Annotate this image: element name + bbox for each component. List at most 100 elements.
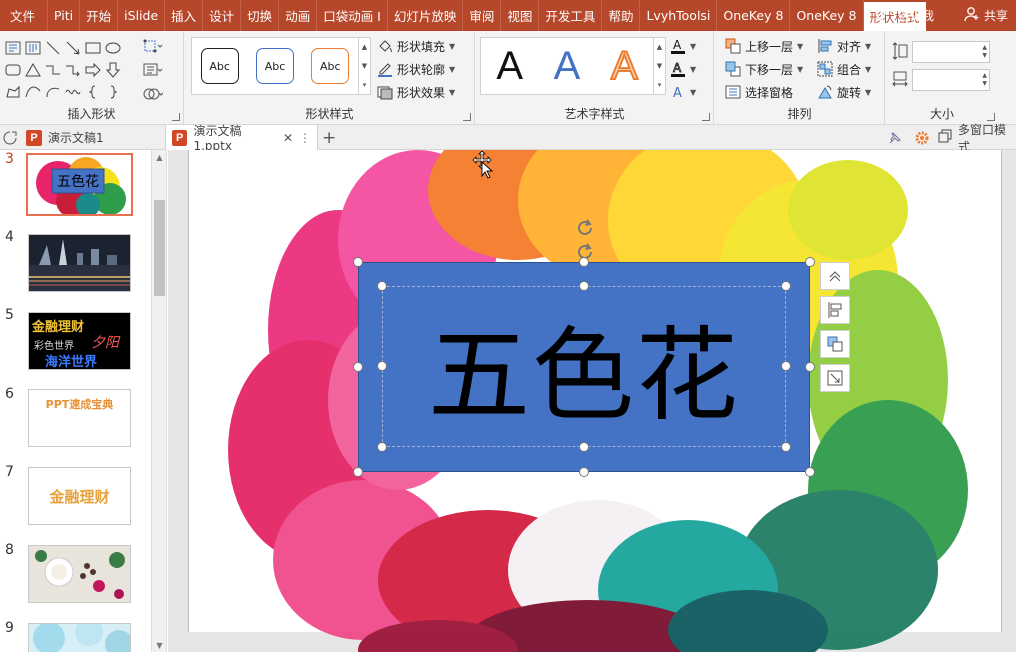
- rounded-rectangle-icon[interactable]: [4, 61, 22, 79]
- block-arrow-down-icon[interactable]: [104, 61, 122, 79]
- tab-home[interactable]: 开始: [80, 0, 119, 31]
- scroll-up-icon[interactable]: ▲: [152, 153, 167, 162]
- block-arrow-right-icon[interactable]: [84, 61, 102, 79]
- pin-icon[interactable]: [887, 125, 903, 150]
- text-box-icon[interactable]: [4, 39, 22, 57]
- tab-insert[interactable]: 插入: [165, 0, 204, 31]
- text-outline-button[interactable]: A ▼: [670, 60, 696, 78]
- doc-tab-active[interactable]: P 演示文稿1.pptx ✕ ⋮: [165, 124, 318, 153]
- home-tab-icon[interactable]: [2, 125, 18, 150]
- wordart-gallery-scroll[interactable]: ▲ ▼ ▾: [653, 38, 665, 94]
- doc-tab-inactive[interactable]: P 演示文稿1: [26, 125, 104, 150]
- merge-shapes-icon[interactable]: [142, 85, 164, 103]
- style-preset-black[interactable]: Abc: [200, 48, 239, 84]
- oval-icon[interactable]: [104, 39, 122, 57]
- edit-shape-icon[interactable]: [142, 37, 164, 55]
- shape-effects-button[interactable]: 形状效果 ▼: [377, 83, 455, 101]
- insert-shapes-launcher[interactable]: [172, 113, 180, 121]
- spinner-icon[interactable]: ▲ ▼: [982, 72, 987, 88]
- resize-handle-left[interactable]: [353, 362, 363, 372]
- group-button[interactable]: 组合 ▼: [817, 60, 871, 78]
- slide-thumbnail-5[interactable]: 金融理财 彩色世界 夕阳 海洋世界: [28, 312, 131, 370]
- text-effects-button[interactable]: A ▼: [670, 83, 696, 101]
- tab-slideshow[interactable]: 幻灯片放映: [388, 0, 464, 31]
- tab-view[interactable]: 视图: [501, 0, 540, 31]
- style-gallery-scroll[interactable]: ▲ ▼ ▾: [358, 38, 370, 94]
- rotate-handle-icon[interactable]: [574, 217, 596, 239]
- slide-thumbnail-6[interactable]: PPT速成宝典: [28, 389, 131, 447]
- resize-handle-top-right[interactable]: [805, 257, 815, 267]
- resize-corner-icon[interactable]: [820, 364, 850, 392]
- more-icon[interactable]: ▾: [363, 81, 367, 89]
- freeform-icon[interactable]: [4, 83, 22, 101]
- resize-handle-bottom-left[interactable]: [353, 467, 363, 477]
- resize-handle-bottom-right[interactable]: [805, 467, 815, 477]
- line-icon[interactable]: [44, 39, 62, 57]
- shape-width-input[interactable]: ▲ ▼: [912, 69, 990, 91]
- tab-animations[interactable]: 动画: [279, 0, 318, 31]
- tab-onekey-1[interactable]: OneKey 8: [717, 0, 791, 31]
- more-icon[interactable]: ▾: [658, 81, 662, 89]
- style-preset-orange[interactable]: Abc: [311, 48, 350, 84]
- left-brace-icon[interactable]: [84, 83, 102, 101]
- slide-thumbnail-8[interactable]: [28, 545, 131, 603]
- text-handle-top-left[interactable]: [377, 281, 387, 291]
- thumbnail-scrollbar[interactable]: ▲ ▼: [152, 150, 167, 652]
- text-handle-right[interactable]: [781, 361, 791, 371]
- slide-thumbnail-3[interactable]: 五色花: [26, 153, 133, 216]
- wordart-styles-launcher[interactable]: [702, 113, 710, 121]
- tab-lvyhtools[interactable]: LvyhToolsi: [640, 0, 718, 31]
- slide-thumbnail-7[interactable]: 金融理财: [28, 467, 131, 525]
- text-handle-left[interactable]: [377, 361, 387, 371]
- shape-fill-button[interactable]: 形状填充 ▼: [377, 37, 455, 55]
- tab-help[interactable]: 帮助: [602, 0, 641, 31]
- resize-handle-right[interactable]: [805, 362, 815, 372]
- collapse-up-icon[interactable]: [820, 262, 850, 290]
- text-box-insert-icon[interactable]: [142, 61, 164, 79]
- tab-file[interactable]: 文件: [0, 0, 49, 31]
- scrollbar-thumb[interactable]: [154, 200, 165, 296]
- slide-thumbnail-4[interactable]: [28, 234, 131, 292]
- scroll-down-icon[interactable]: ▼: [657, 62, 662, 70]
- arrange-shapes-icon[interactable]: [820, 330, 850, 358]
- rectangle-icon[interactable]: [84, 39, 102, 57]
- more-options-icon[interactable]: ⋮: [299, 131, 311, 145]
- text-handle-top-right[interactable]: [781, 281, 791, 291]
- vertical-text-box-icon[interactable]: [24, 39, 42, 57]
- arc-icon[interactable]: [44, 83, 62, 101]
- text-handle-bottom-right[interactable]: [781, 442, 791, 452]
- tab-design[interactable]: 设计: [203, 0, 242, 31]
- tab-transitions[interactable]: 切换: [241, 0, 280, 31]
- align-button[interactable]: 对齐 ▼: [817, 37, 871, 55]
- tab-pocket-animation[interactable]: 口袋动画 I: [317, 0, 388, 31]
- text-fill-button[interactable]: A ▼: [670, 37, 696, 55]
- bring-forward-button[interactable]: 上移一层 ▼: [725, 37, 803, 55]
- curve-icon[interactable]: [24, 83, 42, 101]
- scroll-down-icon[interactable]: ▼: [152, 641, 167, 650]
- tab-review[interactable]: 审阅: [463, 0, 502, 31]
- send-backward-button[interactable]: 下移一层 ▼: [725, 60, 803, 78]
- wordart-preset-blue[interactable]: A: [554, 44, 581, 89]
- shape-outline-button[interactable]: 形状轮廓 ▼: [377, 60, 455, 78]
- close-icon[interactable]: ✕: [283, 131, 293, 145]
- selection-pane-button[interactable]: 选择窗格: [725, 83, 803, 101]
- text-handle-top[interactable]: [579, 281, 589, 291]
- style-preset-blue[interactable]: Abc: [255, 48, 294, 84]
- wave-icon[interactable]: [64, 83, 82, 101]
- resize-handle-top-left[interactable]: [353, 257, 363, 267]
- wordart-preset-black[interactable]: A: [496, 44, 523, 89]
- resize-handle-top[interactable]: [579, 257, 589, 267]
- spinner-icon[interactable]: ▲ ▼: [982, 44, 987, 60]
- slide-thumbnail-9[interactable]: [28, 623, 131, 652]
- text-handle-bottom-left[interactable]: [377, 442, 387, 452]
- rotate-button[interactable]: 旋转 ▼: [817, 83, 871, 101]
- layout-options-icon[interactable]: [820, 296, 850, 324]
- elbow-connector-icon[interactable]: [44, 61, 62, 79]
- multi-window-button[interactable]: 多窗口模式: [938, 123, 1016, 154]
- settings-gear-icon[interactable]: [914, 125, 930, 150]
- tell-me-search[interactable]: 告诉我: [874, 5, 934, 26]
- new-tab-icon[interactable]: +: [322, 125, 336, 150]
- resize-handle-bottom[interactable]: [579, 467, 589, 477]
- share-button[interactable]: 共享: [964, 6, 1008, 25]
- tab-islide[interactable]: iSlide: [118, 0, 166, 31]
